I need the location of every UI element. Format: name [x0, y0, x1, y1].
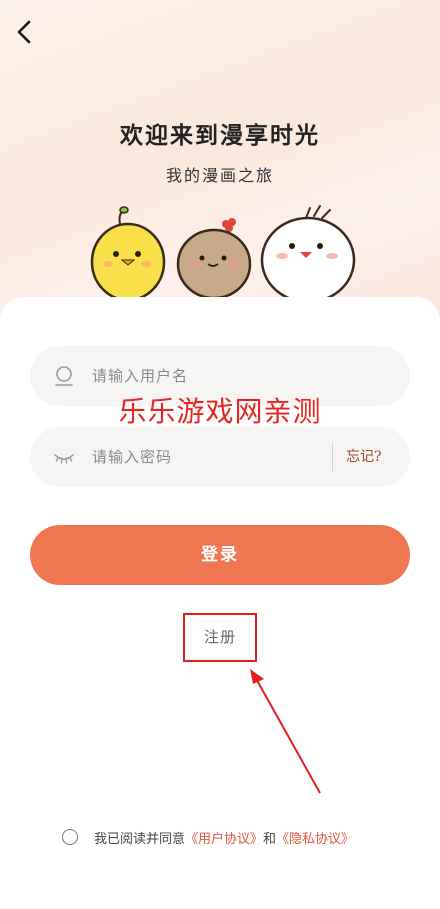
- agreement-row: 我已阅读并同意 《用户协议》 和 《隐私协议》: [62, 826, 354, 848]
- password-field[interactable]: 忘记?: [30, 427, 410, 487]
- welcome-subtitle: 我的漫画之旅: [165, 166, 274, 185]
- field-divider: [332, 443, 333, 471]
- back-button[interactable]: [6, 14, 42, 50]
- brown-mascot: [176, 218, 252, 300]
- user-agreement-link[interactable]: 《用户协议》: [185, 828, 263, 847]
- eye-closed-icon[interactable]: [52, 445, 76, 469]
- mascot-illustration: [90, 205, 356, 300]
- privacy-policy-link[interactable]: 《隐私协议》: [276, 828, 354, 847]
- user-icon: [55, 366, 73, 386]
- chevron-left-icon: [17, 20, 31, 44]
- password-input[interactable]: [92, 427, 322, 487]
- agreement-conjunction: 和: [263, 831, 277, 847]
- watermark-text: 乐乐游戏网亲测: [118, 395, 322, 428]
- white-chicken-mascot: [260, 205, 356, 300]
- register-link[interactable]: 注册: [183, 613, 257, 662]
- yellow-chick-mascot: [90, 206, 166, 300]
- welcome-title: 欢迎来到漫享时光: [120, 122, 320, 149]
- agree-radio[interactable]: [62, 829, 78, 845]
- agreement-prefix: 我已阅读并同意: [94, 831, 186, 847]
- login-button[interactable]: 登录: [30, 525, 410, 585]
- annotation-arrow-icon: [250, 669, 321, 794]
- forgot-password-link[interactable]: 忘记?: [346, 427, 382, 487]
